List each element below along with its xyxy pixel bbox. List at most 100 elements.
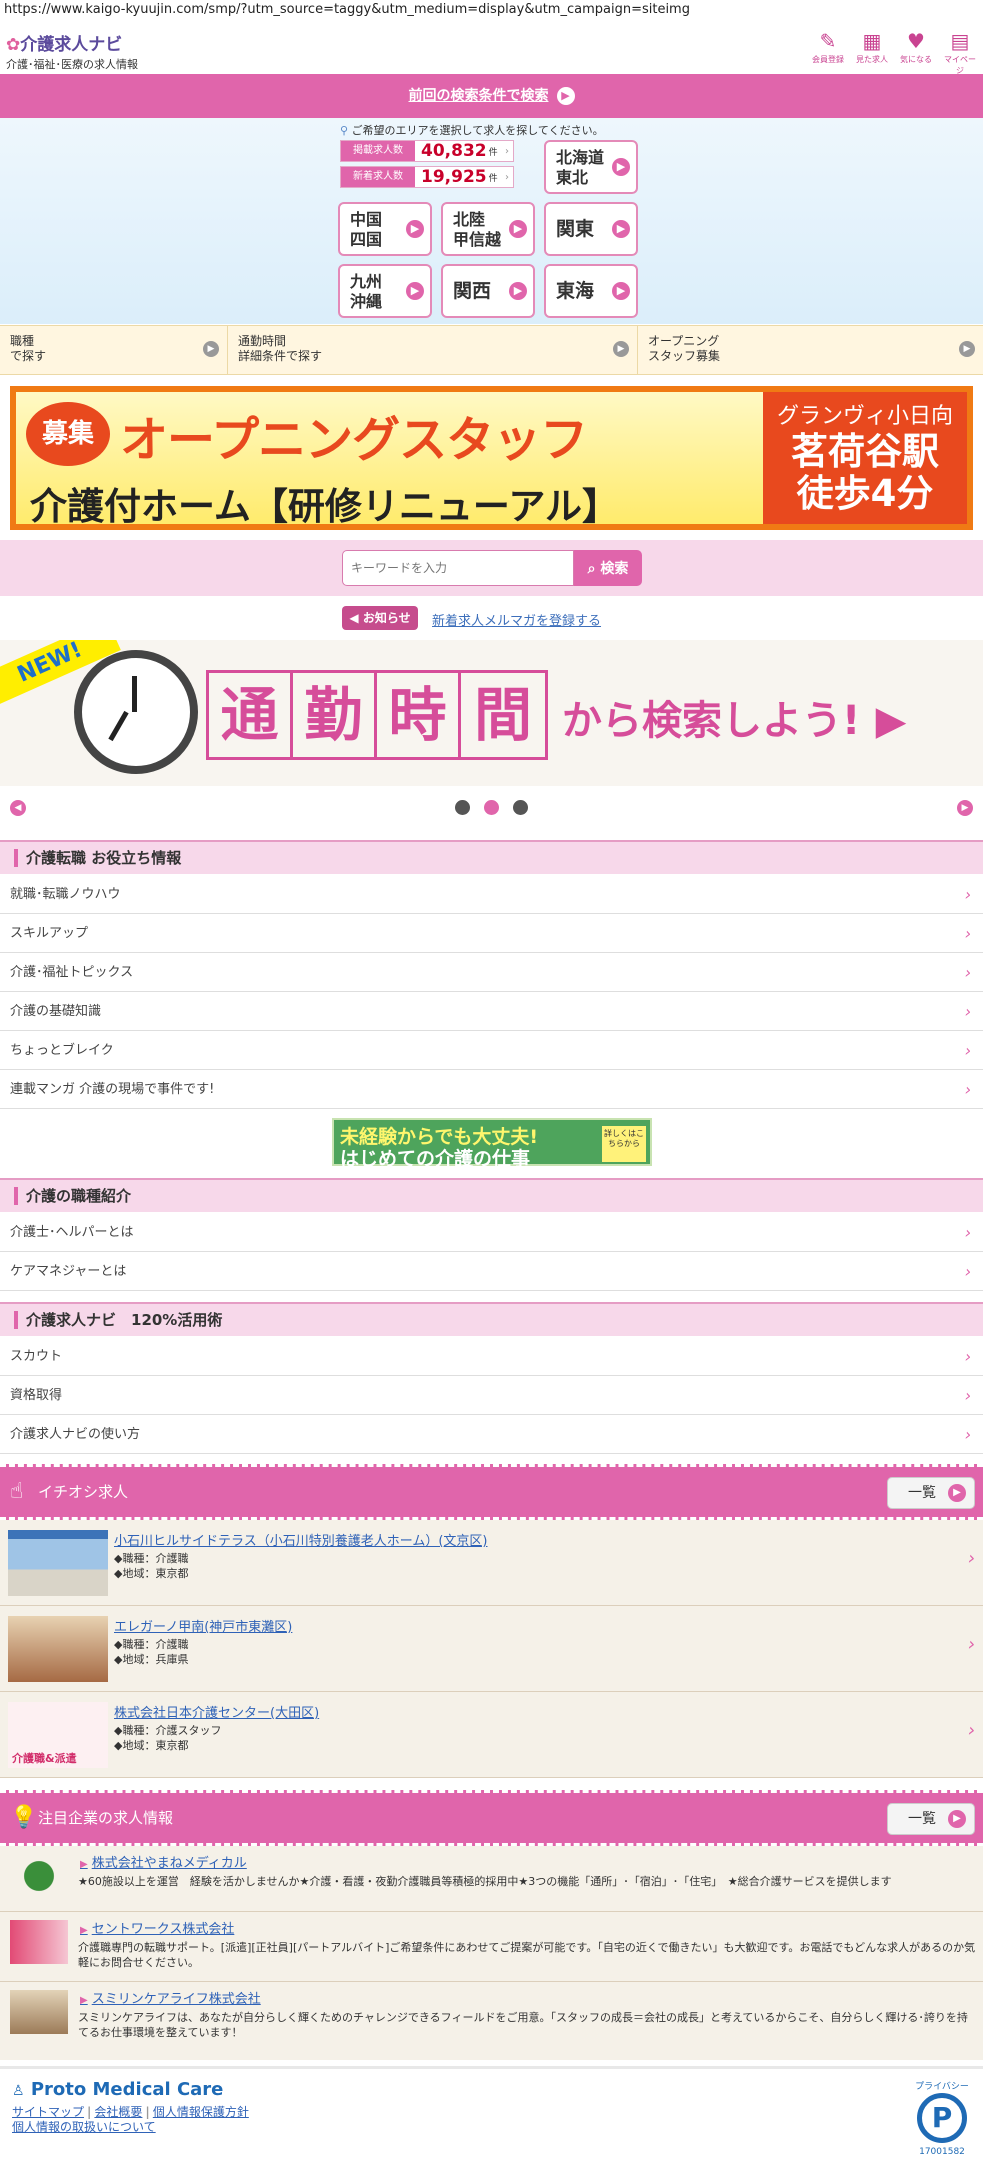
chevron-right-icon: › [964,1002,971,1021]
pin-icon: ⚲ [340,124,349,137]
commute-chars: 通 勤 時 間 [206,670,548,760]
company-logo [10,1854,68,1898]
search-by-job-type[interactable]: 職種 で探す ▶ [0,326,228,374]
clock-icon [74,650,198,774]
list-item[interactable]: ケアマネジャーとは › [0,1253,983,1291]
chevron-right-icon: › [967,1634,975,1655]
mypage-button[interactable]: ▤ マイページ [941,28,979,76]
carousel-next-button[interactable]: ▶ [957,800,973,816]
beginner-banner[interactable]: 未経験からでも大丈夫! はじめての介護の仕事 詳しくはこちらから [332,1118,652,1170]
companies-title: 注目企業の求人情報 [38,1809,174,1827]
company-card[interactable]: ▶ スミリンケアライフ株式会社 スミリンケアライフは、あなたが自分らしく輝くための… [0,1982,983,2060]
keyword-search-button[interactable]: ⌕ 検索 [574,550,642,586]
featured-companies-list: ▶ 株式会社やまねメディカル ★60施設以上を運営 経験を活かしませんか★介護・看… [0,1846,983,2060]
companies-list-button[interactable]: ▶ 一覧 [887,1803,975,1835]
sitemap-link[interactable]: サイトマップ [12,2105,84,2119]
region-kyushu-okinawa[interactable]: 九州 沖縄 ▶ [338,264,432,318]
arrow-right-icon: ▶ [948,1810,966,1828]
calendar-icon: ▦ [862,29,882,53]
total-jobs-stat[interactable]: 掲載求人数 40,832 件 › [340,140,514,162]
list-item[interactable]: ちょっとブレイク › [0,1032,983,1070]
arrow-right-icon: ▶ [509,220,527,238]
chevron-right-icon: › [967,1720,975,1741]
newsletter-link[interactable]: 新着求人メルマガを登録する [432,610,601,629]
personal-info-link[interactable]: 個人情報の取扱いについて [12,2120,156,2134]
keyword-input[interactable] [342,550,574,586]
banner-facility: グランヴィ小日向 [776,404,953,429]
arrow-right-icon: ▶ [613,341,629,357]
list-item[interactable]: 介護の基礎知識 › [0,993,983,1031]
job-card[interactable]: エレガーノ甲南(神戸市東灘区) ◆職種：介護職 ◆地域：兵庫県 › [0,1606,983,1692]
list-item[interactable]: 介護･福祉トピックス › [0,954,983,992]
favorites-button[interactable]: ♥ 気になる [897,28,935,76]
region-kansai[interactable]: 関西 ▶ [441,264,535,318]
region-tokai[interactable]: 東海 ▶ [544,264,638,318]
register-button[interactable]: ✎ 会員登録 [809,28,847,76]
privacy-mark-icon: P [917,2093,967,2143]
region-hokuriku-koshinetsu[interactable]: 北陸 甲信越 ▶ [441,202,535,256]
previous-search-label: 前回の検索条件で検索 [408,88,549,104]
arrow-right-icon: ▶ [509,282,527,300]
job-card[interactable]: 小石川ヒルサイドテラス（小石川特別養護老人ホーム）(文京区) ◆職種：介護職 ◆… [0,1520,983,1606]
company-card[interactable]: ▶ 株式会社やまねメディカル ★60施設以上を運営 経験を活かしませんか★介護・看… [0,1846,983,1912]
search-opening-staff[interactable]: オープニング スタッフ募集 ▶ [638,326,983,374]
header-icons: ✎ 会員登録 ▦ 見た求人 ♥ 気になる ▤ マイページ [809,28,979,76]
section-title-useful-info: 介護転職 お役立ち情報 [0,840,983,874]
job-thumbnail: 介護職&派遣 [8,1702,108,1768]
viewed-jobs-button[interactable]: ▦ 見た求人 [853,28,891,76]
arrow-right-icon: ▶ [203,341,219,357]
list-item[interactable]: 就職･転職ノウハウ › [0,876,983,914]
search-options-row: 職種 で探す ▶ 通勤時間 詳細条件で探す ▶ オープニング スタッフ募集 ▶ [0,325,983,375]
section-title-usage-tips: 介護求人ナビ 120%活用術 [0,1302,983,1336]
pickup-jobs-list: 小石川ヒルサイドテラス（小石川特別養護老人ホーム）(文京区) ◆職種：介護職 ◆… [0,1520,983,1778]
chevron-right-icon: › [964,1080,971,1099]
carousel-dot-1[interactable] [455,800,470,815]
list-item[interactable]: 介護士･ヘルパーとは › [0,1214,983,1252]
carousel-prev-button[interactable]: ◀ [10,800,26,816]
chevron-right-icon: › [964,1347,971,1366]
company-card[interactable]: ▶ セントワークス株式会社 介護職専門の転職サポート。[派遣][正社員][パートア… [0,1912,983,1982]
slide-text: から検索しよう! ▶ [562,698,907,744]
chevron-right-icon: › [964,1262,971,1281]
mypage-icon: ▤ [950,29,970,53]
site-footer: ♙ Proto Medical Care サイトマップ | 会社概要 | 個人情報保護方… [0,2066,983,2169]
carousel-dot-3[interactable] [513,800,528,815]
pickup-list-button[interactable]: ▶ 一覧 [887,1477,975,1509]
list-item[interactable]: スカウト › [0,1338,983,1376]
arrow-right-icon: ▶ [612,282,630,300]
pen-icon: ✎ [819,29,837,53]
list-item[interactable]: 資格取得 › [0,1377,983,1415]
megaphone-icon: ◀ [349,611,359,625]
lightbulb-icon: 💡 [10,1805,38,1830]
carousel-pager: ◀ ▶ [0,796,983,822]
chevron-right-icon: › [964,1041,971,1060]
region-chugoku-shikoku[interactable]: 中国 四国 ▶ [338,202,432,256]
previous-search-button[interactable]: 前回の検索条件で検索 ▶ [0,74,983,118]
arrow-right-icon: ▶ [556,87,575,105]
region-hokkaido-tohoku[interactable]: 北海道 東北 ▶ [544,140,638,194]
arrow-right-icon: ▶ [959,341,975,357]
commute-search-slide[interactable]: NEW! 通 勤 時 間 から検索しよう! ▶ [0,640,983,786]
arrow-right-icon: ▶ [406,282,424,300]
region-kanto[interactable]: 関東 ▶ [544,202,638,256]
new-jobs-stat[interactable]: 新着求人数 19,925 件 › [340,166,514,188]
chevron-right-icon: › [964,885,971,904]
list-item[interactable]: 連載マンガ 介護の現場で事件です! › [0,1071,983,1109]
job-thumbnail [8,1616,108,1682]
banner-subtitle: 介護付ホーム【研修リニューアル】 [30,485,620,528]
opening-staff-banner[interactable]: 募集 オープニングスタッフ 介護付ホーム【研修リニューアル】 グランヴィ小日向 … [10,386,973,530]
list-item[interactable]: スキルアップ › [0,915,983,953]
job-card[interactable]: 介護職&派遣 株式会社日本介護センター(大田区) ◆職種：介護スタッフ ◆地域：… [0,1692,983,1778]
company-link[interactable]: 会社概要 [94,2105,142,2119]
arrow-right-icon: ▶ [612,220,630,238]
chevron-right-icon: › [505,145,509,157]
browser-url: https://www.kaigo-kyuujin.com/smp/?utm_s… [4,2,690,17]
person-icon: ♙ [12,2083,25,2099]
carousel-dot-2[interactable] [484,800,499,815]
chevron-right-icon: › [967,1548,975,1569]
footer-links: サイトマップ | 会社概要 | 個人情報保護方針 個人情報の取扱いについて [12,2105,249,2134]
privacy-policy-link[interactable]: 個人情報保護方針 [153,2105,249,2119]
list-item[interactable]: 介護求人ナビの使い方 › [0,1416,983,1454]
search-by-commute[interactable]: 通勤時間 詳細条件で探す ▶ [228,326,638,374]
site-logo[interactable]: ✿介護求人ナビ 介護･福祉･医療の求人情報 [6,30,138,72]
